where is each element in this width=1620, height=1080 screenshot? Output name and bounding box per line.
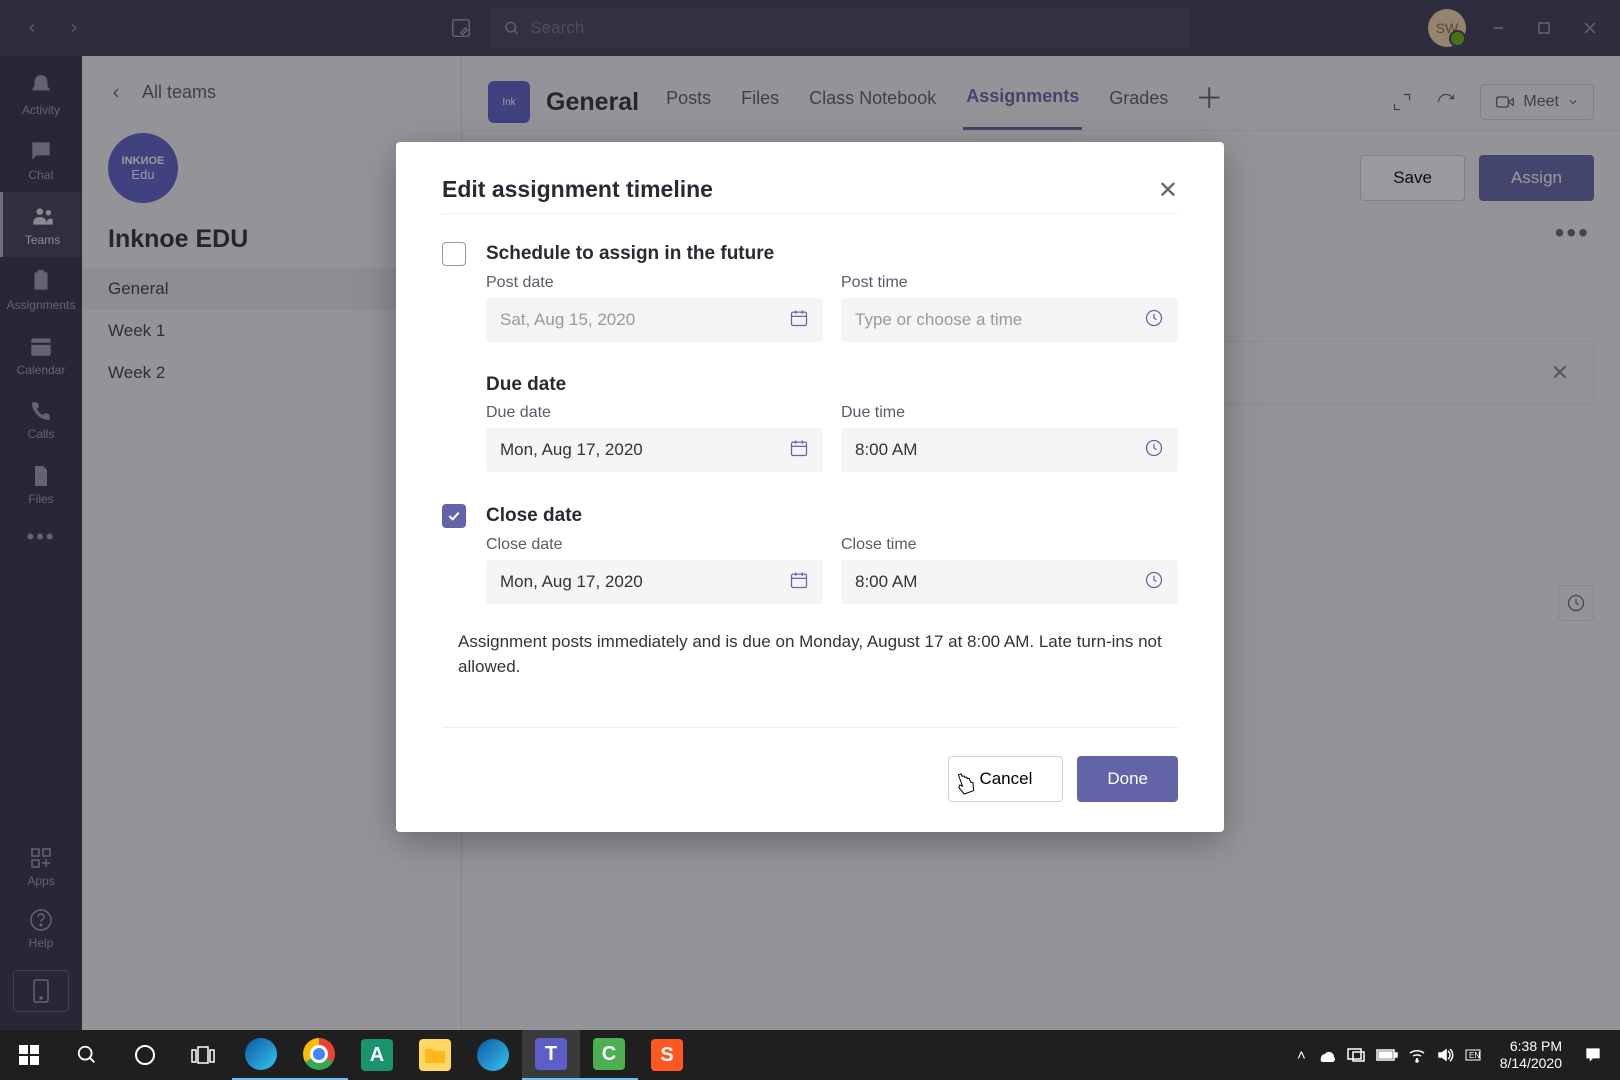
check-icon <box>446 508 462 524</box>
post-time-label: Post time <box>841 274 1178 292</box>
post-date-field: Post date Sat, Aug 15, 2020 <box>486 274 823 342</box>
modal-footer: Cancel Done <box>442 727 1178 802</box>
close-date-field: Close date Mon, Aug 17, 2020 <box>486 536 823 604</box>
post-time-placeholder: Type or choose a time <box>855 310 1022 330</box>
due-time-input[interactable]: 8:00 AM <box>841 428 1178 472</box>
taskbar-explorer[interactable] <box>406 1030 464 1080</box>
folder-icon <box>425 1047 445 1063</box>
language-icon[interactable]: EN <box>1464 1046 1482 1064</box>
search-taskbar-button[interactable] <box>58 1030 116 1080</box>
close-row: Close date <box>442 504 1178 528</box>
close-section-label: Close date <box>486 505 582 527</box>
schedule-label: Schedule to assign in the future <box>486 243 774 265</box>
windows-taskbar: A T C S ˄ EN 6:38 PM 8/14/2020 <box>0 1030 1620 1080</box>
taskbar-clock[interactable]: 6:38 PM 8/14/2020 <box>1490 1038 1572 1072</box>
svg-text:EN: EN <box>1469 1051 1480 1060</box>
cortana-button[interactable] <box>116 1030 174 1080</box>
taskbar-camtasia[interactable]: C <box>580 1030 638 1080</box>
action-center-button[interactable] <box>1572 1045 1614 1065</box>
edit-timeline-modal: Edit assignment timeline ✕ Schedule to a… <box>396 142 1224 832</box>
due-time-value: 8:00 AM <box>855 440 917 460</box>
start-button[interactable] <box>0 1030 58 1080</box>
due-section-label: Due date <box>486 374 566 396</box>
windows-icon <box>19 1045 39 1065</box>
due-date-input[interactable]: Mon, Aug 17, 2020 <box>486 428 823 472</box>
close-time-field: Close time 8:00 AM <box>841 536 1178 604</box>
due-date-label: Due date <box>486 404 823 422</box>
done-button[interactable]: Done <box>1077 756 1178 802</box>
volume-icon[interactable] <box>1436 1046 1454 1064</box>
task-view-button[interactable] <box>174 1030 232 1080</box>
due-row: Due date <box>486 374 1178 396</box>
cortana-icon <box>133 1043 157 1067</box>
modal-body: Schedule to assign in the future Post da… <box>442 214 1178 681</box>
clock-date: 8/14/2020 <box>1500 1055 1562 1072</box>
post-date-value: Sat, Aug 15, 2020 <box>500 310 635 330</box>
close-time-value: 8:00 AM <box>855 572 917 592</box>
close-fields: Close date Mon, Aug 17, 2020 Close time … <box>486 536 1178 604</box>
wifi-icon[interactable] <box>1408 1046 1426 1064</box>
post-time-field: Post time Type or choose a time <box>841 274 1178 342</box>
clock-icon <box>1144 570 1164 595</box>
tray-chevron-icon[interactable]: ˄ <box>1297 1047 1306 1064</box>
due-date-value: Mon, Aug 17, 2020 <box>500 440 643 460</box>
due-fields: Due date Mon, Aug 17, 2020 Due time 8:00… <box>486 404 1178 472</box>
onedrive-icon[interactable] <box>1316 1048 1336 1062</box>
taskbar-app-a[interactable]: A <box>348 1030 406 1080</box>
schedule-row: Schedule to assign in the future <box>442 242 1178 266</box>
close-checkbox[interactable] <box>442 504 466 528</box>
due-time-label: Due time <box>841 404 1178 422</box>
taskbar-edge[interactable] <box>232 1030 290 1080</box>
taskbar-snagit[interactable]: S <box>638 1030 696 1080</box>
taskbar-right: ˄ EN 6:38 PM 8/14/2020 <box>1289 1030 1620 1080</box>
post-date-input[interactable]: Sat, Aug 15, 2020 <box>486 298 823 342</box>
schedule-checkbox[interactable] <box>442 242 466 266</box>
taskbar-left: A T C S <box>0 1030 696 1080</box>
post-fields: Post date Sat, Aug 15, 2020 Post time Ty… <box>486 274 1178 342</box>
search-icon <box>76 1044 98 1066</box>
close-date-value: Mon, Aug 17, 2020 <box>500 572 643 592</box>
calendar-icon <box>789 570 809 595</box>
display-icon[interactable] <box>1346 1047 1366 1063</box>
modal-close-button[interactable]: ✕ <box>1158 176 1178 205</box>
notification-icon <box>1583 1045 1603 1065</box>
clock-icon <box>1144 438 1164 463</box>
modal-header: Edit assignment timeline ✕ <box>442 176 1178 214</box>
post-time-input[interactable]: Type or choose a time <box>841 298 1178 342</box>
taskbar-chrome[interactable] <box>290 1030 348 1080</box>
close-time-label: Close time <box>841 536 1178 554</box>
info-text: Assignment posts immediately and is due … <box>442 628 1178 681</box>
close-date-label: Close date <box>486 536 823 554</box>
taskbar-teams[interactable]: T <box>522 1030 580 1080</box>
system-tray[interactable]: ˄ EN <box>1289 1046 1490 1064</box>
calendar-icon <box>789 438 809 463</box>
battery-icon[interactable] <box>1376 1048 1398 1062</box>
calendar-icon <box>789 308 809 333</box>
due-date-field: Due date Mon, Aug 17, 2020 <box>486 404 823 472</box>
taskbar-edge2[interactable] <box>464 1030 522 1080</box>
taskview-icon <box>191 1045 215 1065</box>
close-date-input[interactable]: Mon, Aug 17, 2020 <box>486 560 823 604</box>
clock-time: 6:38 PM <box>1500 1038 1562 1055</box>
clock-icon <box>1144 308 1164 333</box>
due-time-field: Due time 8:00 AM <box>841 404 1178 472</box>
close-time-input[interactable]: 8:00 AM <box>841 560 1178 604</box>
post-date-label: Post date <box>486 274 823 292</box>
modal-title: Edit assignment timeline <box>442 176 713 203</box>
